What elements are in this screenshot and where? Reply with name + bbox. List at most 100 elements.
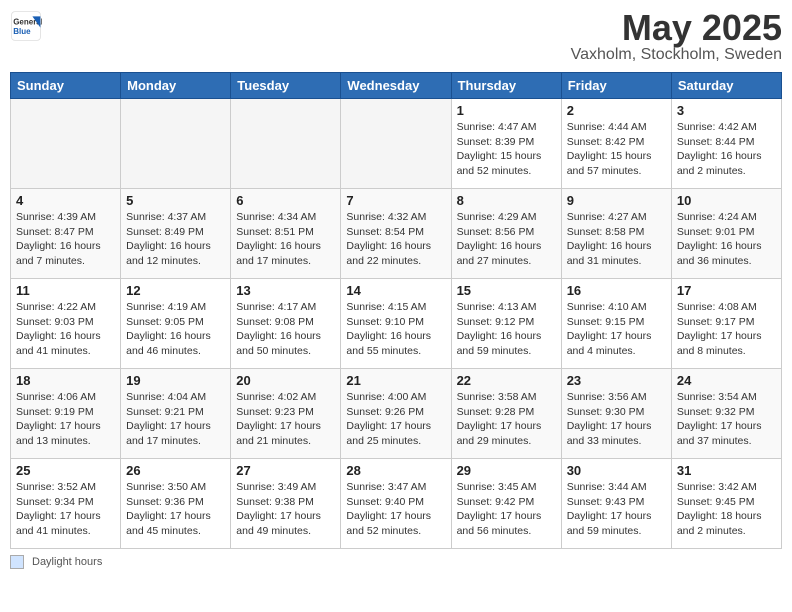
- calendar-cell: 22Sunrise: 3:58 AM Sunset: 9:28 PM Dayli…: [451, 369, 561, 459]
- calendar-day-header: Sunday: [11, 73, 121, 99]
- day-info: Sunrise: 4:42 AM Sunset: 8:44 PM Dayligh…: [677, 120, 776, 179]
- calendar-cell: 31 Sunrise: 3:42 AM Sunset: 9:45 PM Dayli…: [671, 459, 781, 549]
- calendar-cell: 7 Sunrise: 4:32 AM Sunset: 8:54 PM Daylig…: [341, 189, 451, 279]
- day-number: 10: [677, 193, 776, 208]
- day-info: Sunrise: 4:15 AM Sunset: 9:10 PM Dayligh…: [346, 300, 445, 359]
- calendar-week-row: 4Sunrise: 4:39 AM Sunset: 8:47 PM Daylig…: [11, 189, 782, 279]
- day-number: 27: [236, 463, 335, 478]
- calendar-cell: 13Sunrise: 4:17 AM Sunset: 9:08 PM Dayli…: [231, 279, 341, 369]
- day-info: Sunrise: 4:27 AM Sunset: 8:58 PM Dayligh…: [567, 210, 666, 269]
- calendar: SundayMondayTuesdayWednesdayThursdayFrid…: [10, 72, 782, 549]
- day-info: Sunrise: 4:19 AM Sunset: 9:05 PM Dayligh…: [126, 300, 225, 359]
- day-number: 12: [126, 283, 225, 298]
- page-header: General Blue May 2025 Vaxholm, Stockholm…: [10, 10, 782, 64]
- calendar-cell: 1Sunrise: 4:47 AM Sunset: 8:39 PM Daylig…: [451, 99, 561, 189]
- day-info: Sunrise: 3:44 AM Sunset: 9:43 PM Dayligh…: [567, 480, 666, 539]
- calendar-header-row: SundayMondayTuesdayWednesdayThursdayFrid…: [11, 73, 782, 99]
- calendar-cell: 6Sunrise: 4:34 AM Sunset: 8:51 PM Daylig…: [231, 189, 341, 279]
- day-info: Sunrise: 4:32 AM Sunset: 8:54 PM Dayligh…: [346, 210, 445, 269]
- day-number: 7: [346, 193, 445, 208]
- calendar-cell: [11, 99, 121, 189]
- day-number: 21: [346, 373, 445, 388]
- calendar-day-header: Wednesday: [341, 73, 451, 99]
- calendar-cell: 21 Sunrise: 4:00 AM Sunset: 9:26 PM Dayli…: [341, 369, 451, 459]
- day-number: 6: [236, 193, 335, 208]
- day-number: 24: [677, 373, 776, 388]
- svg-text:Blue: Blue: [13, 27, 31, 36]
- day-number: 28: [346, 463, 445, 478]
- calendar-day-header: Thursday: [451, 73, 561, 99]
- day-info: Sunrise: 3:56 AM Sunset: 9:30 PM Dayligh…: [567, 390, 666, 449]
- day-number: 11: [16, 283, 115, 298]
- calendar-week-row: 1Sunrise: 4:47 AM Sunset: 8:39 PM Daylig…: [11, 99, 782, 189]
- day-number: 17: [677, 283, 776, 298]
- calendar-cell: [121, 99, 231, 189]
- day-info: Sunrise: 4:17 AM Sunset: 9:08 PM Dayligh…: [236, 300, 335, 359]
- calendar-day-header: Monday: [121, 73, 231, 99]
- day-info: Sunrise: 4:29 AM Sunset: 8:56 PM Dayligh…: [457, 210, 556, 269]
- day-number: 18: [16, 373, 115, 388]
- day-number: 15: [457, 283, 556, 298]
- day-info: Sunrise: 4:04 AM Sunset: 9:21 PM Dayligh…: [126, 390, 225, 449]
- day-number: 29: [457, 463, 556, 478]
- day-info: Sunrise: 4:47 AM Sunset: 8:39 PM Dayligh…: [457, 120, 556, 179]
- day-number: 23: [567, 373, 666, 388]
- day-info: Sunrise: 4:02 AM Sunset: 9:23 PM Dayligh…: [236, 390, 335, 449]
- day-info: Sunrise: 4:06 AM Sunset: 9:19 PM Dayligh…: [16, 390, 115, 449]
- day-number: 30: [567, 463, 666, 478]
- calendar-cell: 2 Sunrise: 4:44 AM Sunset: 8:42 PM Daylig…: [561, 99, 671, 189]
- calendar-cell: 14 Sunrise: 4:15 AM Sunset: 9:10 PM Dayli…: [341, 279, 451, 369]
- logo-icon: General Blue: [10, 10, 42, 42]
- day-info: Sunrise: 4:00 AM Sunset: 9:26 PM Dayligh…: [346, 390, 445, 449]
- day-info: Sunrise: 3:50 AM Sunset: 9:36 PM Dayligh…: [126, 480, 225, 539]
- calendar-cell: 28 Sunrise: 3:47 AM Sunset: 9:40 PM Dayli…: [341, 459, 451, 549]
- day-info: Sunrise: 4:08 AM Sunset: 9:17 PM Dayligh…: [677, 300, 776, 359]
- calendar-day-header: Friday: [561, 73, 671, 99]
- calendar-cell: 8 Sunrise: 4:29 AM Sunset: 8:56 PM Daylig…: [451, 189, 561, 279]
- calendar-cell: 19 Sunrise: 4:04 AM Sunset: 9:21 PM Dayli…: [121, 369, 231, 459]
- day-info: Sunrise: 3:52 AM Sunset: 9:34 PM Dayligh…: [16, 480, 115, 539]
- day-number: 26: [126, 463, 225, 478]
- calendar-cell: 12 Sunrise: 4:19 AM Sunset: 9:05 PM Dayli…: [121, 279, 231, 369]
- day-info: Sunrise: 4:24 AM Sunset: 9:01 PM Dayligh…: [677, 210, 776, 269]
- calendar-cell: 10 Sunrise: 4:24 AM Sunset: 9:01 PM Dayli…: [671, 189, 781, 279]
- day-number: 9: [567, 193, 666, 208]
- day-number: 16: [567, 283, 666, 298]
- calendar-cell: 30 Sunrise: 3:44 AM Sunset: 9:43 PM Dayli…: [561, 459, 671, 549]
- day-info: Sunrise: 3:42 AM Sunset: 9:45 PM Dayligh…: [677, 480, 776, 539]
- calendar-cell: 11Sunrise: 4:22 AM Sunset: 9:03 PM Dayli…: [11, 279, 121, 369]
- day-number: 20: [236, 373, 335, 388]
- legend: Daylight hours: [10, 555, 782, 569]
- calendar-week-row: 25 Sunrise: 3:52 AM Sunset: 9:34 PM Dayli…: [11, 459, 782, 549]
- calendar-cell: [231, 99, 341, 189]
- logo: General Blue: [10, 10, 42, 42]
- day-info: Sunrise: 3:45 AM Sunset: 9:42 PM Dayligh…: [457, 480, 556, 539]
- calendar-cell: 24 Sunrise: 3:54 AM Sunset: 9:32 PM Dayli…: [671, 369, 781, 459]
- day-info: Sunrise: 3:54 AM Sunset: 9:32 PM Dayligh…: [677, 390, 776, 449]
- calendar-day-header: Tuesday: [231, 73, 341, 99]
- calendar-cell: 29 Sunrise: 3:45 AM Sunset: 9:42 PM Dayli…: [451, 459, 561, 549]
- calendar-cell: 17 Sunrise: 4:08 AM Sunset: 9:17 PM Dayli…: [671, 279, 781, 369]
- calendar-cell: 9 Sunrise: 4:27 AM Sunset: 8:58 PM Daylig…: [561, 189, 671, 279]
- day-number: 8: [457, 193, 556, 208]
- calendar-cell: 18 Sunrise: 4:06 AM Sunset: 9:19 PM Dayli…: [11, 369, 121, 459]
- day-info: Sunrise: 4:39 AM Sunset: 8:47 PM Dayligh…: [16, 210, 115, 269]
- day-number: 25: [16, 463, 115, 478]
- day-number: 31: [677, 463, 776, 478]
- day-info: Sunrise: 3:47 AM Sunset: 9:40 PM Dayligh…: [346, 480, 445, 539]
- legend-box: [10, 555, 24, 569]
- calendar-cell: 15 Sunrise: 4:13 AM Sunset: 9:12 PM Dayli…: [451, 279, 561, 369]
- day-number: 2: [567, 103, 666, 118]
- calendar-cell: 16Sunrise: 4:10 AM Sunset: 9:15 PM Dayli…: [561, 279, 671, 369]
- day-number: 3: [677, 103, 776, 118]
- day-info: Sunrise: 4:13 AM Sunset: 9:12 PM Dayligh…: [457, 300, 556, 359]
- day-info: Sunrise: 4:37 AM Sunset: 8:49 PM Dayligh…: [126, 210, 225, 269]
- day-info: Sunrise: 4:44 AM Sunset: 8:42 PM Dayligh…: [567, 120, 666, 179]
- day-number: 19: [126, 373, 225, 388]
- location: Vaxholm, Stockholm, Sweden: [571, 46, 782, 64]
- calendar-week-row: 11Sunrise: 4:22 AM Sunset: 9:03 PM Dayli…: [11, 279, 782, 369]
- day-number: 14: [346, 283, 445, 298]
- calendar-cell: 20 Sunrise: 4:02 AM Sunset: 9:23 PM Dayli…: [231, 369, 341, 459]
- calendar-cell: 3 Sunrise: 4:42 AM Sunset: 8:44 PM Daylig…: [671, 99, 781, 189]
- title-area: May 2025 Vaxholm, Stockholm, Sweden: [571, 10, 782, 64]
